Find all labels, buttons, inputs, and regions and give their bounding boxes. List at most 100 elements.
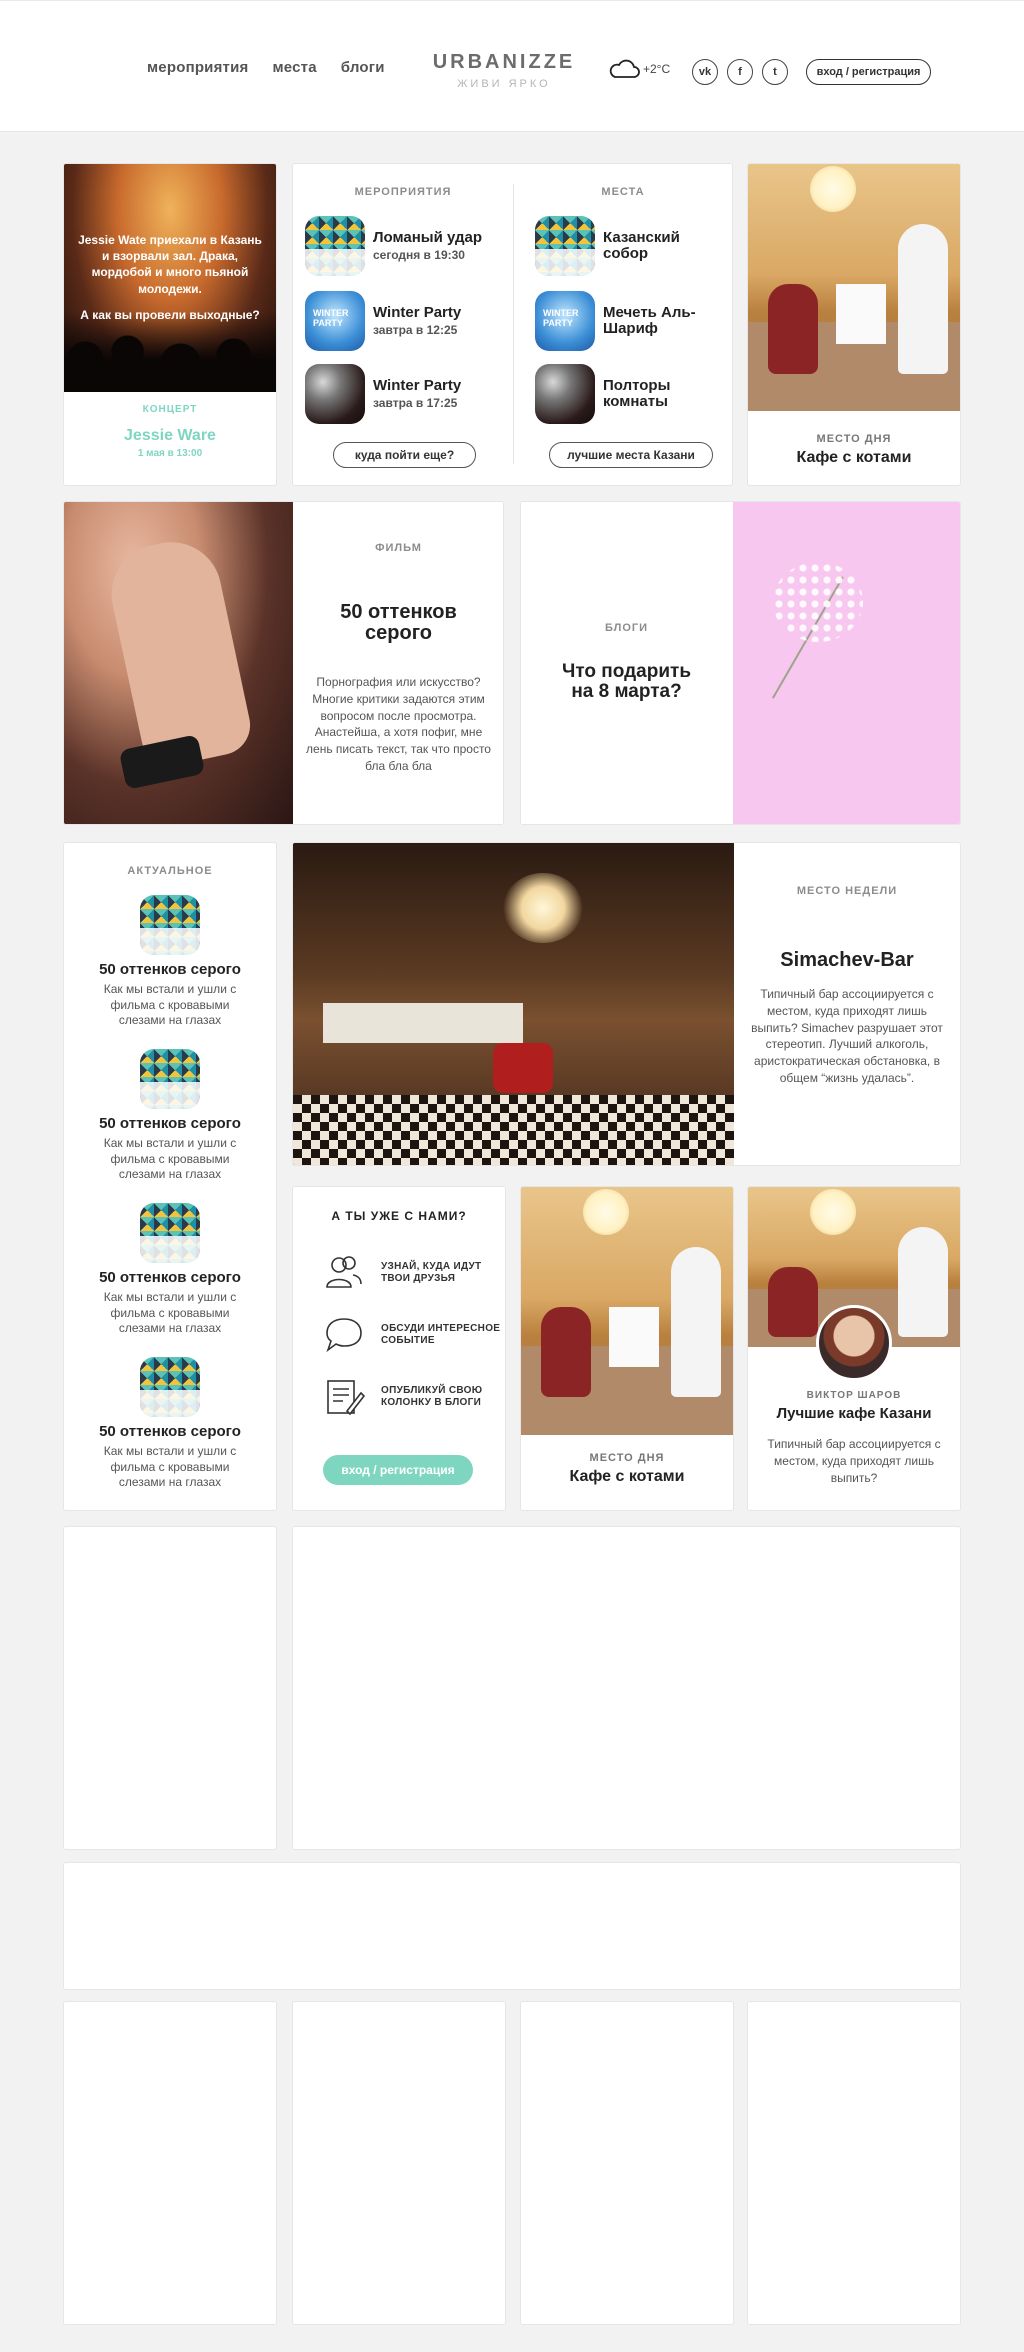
photo-person [768, 1267, 818, 1337]
author-avatar[interactable] [816, 1305, 892, 1381]
actual-item[interactable]: 50 оттенков серого Как мы встали и ушли … [64, 1357, 276, 1491]
event-poster-thumb [305, 216, 365, 276]
place-of-day-card-2[interactable]: МЕСТО ДНЯ Кафе с котами [520, 1186, 734, 1511]
social-links: vk f t [692, 59, 788, 85]
photo-bracelet [118, 734, 206, 790]
event-title: Winter Party [373, 376, 462, 394]
actual-title: 50 оттенков серого [99, 1115, 241, 1132]
vk-icon[interactable]: vk [692, 59, 718, 85]
event-poster-thumb [305, 364, 365, 424]
place-of-day-title: Кафе с котами [796, 449, 912, 466]
friends-icon [326, 1256, 362, 1288]
column-divider [513, 184, 514, 464]
place-of-week-label: МЕСТО НЕДЕЛИ [796, 885, 898, 897]
author-name[interactable]: ВИКТОР ШАРОВ [748, 1390, 960, 1401]
photo-person [768, 284, 818, 374]
place-item[interactable]: Мечеть Аль-Шариф [535, 291, 703, 351]
film-photo [64, 502, 293, 824]
place-item[interactable]: Казанский собор [535, 216, 703, 276]
place-thumb [535, 364, 595, 424]
photo-hand [102, 532, 256, 772]
join-feature-text: ОПУБЛИКУЙ СВОЮ КОЛОНКУ В БЛОГИ [381, 1385, 483, 1408]
nav-places[interactable]: места [272, 59, 316, 76]
twitter-icon[interactable]: t [762, 59, 788, 85]
logo-tagline: ЖИВИ ЯРКО [457, 78, 551, 90]
actual-thumb [140, 895, 200, 955]
actual-item[interactable]: 50 оттенков серого Как мы встали и ушли … [64, 1203, 276, 1337]
concert-headline: Jessie Wate приехали в Казань и взорвали… [78, 233, 262, 296]
place-title: Полторы комнаты [603, 377, 671, 410]
actual-thumb [140, 1049, 200, 1109]
empty-card [63, 1526, 277, 1850]
empty-banner [63, 1862, 961, 1990]
author-post-card[interactable]: ВИКТОР ШАРОВ Лучшие кафе Казани Типичный… [747, 1186, 961, 1511]
photo-person [898, 224, 948, 374]
photo-chair [493, 1043, 553, 1093]
event-item[interactable]: Winter Party завтра в 12:25 [305, 291, 461, 351]
photo-lamp [583, 1189, 629, 1235]
simachev-bar-photo [293, 843, 734, 1165]
empty-card [520, 2001, 734, 2325]
photo-lamp [810, 1189, 856, 1235]
blog-card[interactable]: БЛОГИ Что подарить на 8 марта? [520, 501, 961, 825]
place-thumb [535, 216, 595, 276]
film-title: 50 оттенков серого [340, 601, 457, 644]
events-places-card: МЕРОПРИЯТИЯ МЕСТА Ломаный удар сегодня в … [292, 163, 733, 486]
site-logo[interactable]: URBANIZZE ЖИВИ ЯРКО [430, 51, 578, 90]
place-of-week-card[interactable]: МЕСТО НЕДЕЛИ Simachev-Bar Типичный бар а… [292, 842, 961, 1166]
facebook-icon[interactable]: f [727, 59, 753, 85]
more-events-button[interactable]: куда пойти еще? [333, 442, 476, 468]
event-item[interactable]: Winter Party завтра в 17:25 [305, 364, 461, 424]
actual-item[interactable]: 50 оттенков серого Как мы встали и ушли … [64, 895, 276, 1029]
event-time: завтра в 17:25 [373, 396, 458, 411]
chat-bubble-icon [326, 1318, 362, 1353]
place-of-day-title: Кафе с котами [569, 1468, 685, 1485]
film-card[interactable]: ФИЛЬМ 50 оттенков серого Порнография или… [63, 501, 504, 825]
places-heading: МЕСТА [601, 186, 645, 198]
photo-table [836, 284, 886, 344]
place-of-day-info: МЕСТО ДНЯ Кафе с котами [521, 1452, 733, 1486]
join-feature-text: УЗНАЙ, КУДА ИДУТ ТВОИ ДРУЗЬЯ [381, 1261, 482, 1284]
actual-item[interactable]: 50 оттенков серого Как мы встали и ушли … [64, 1049, 276, 1183]
events-heading: МЕРОПРИЯТИЯ [354, 186, 452, 198]
place-of-day-label: МЕСТО ДНЯ [816, 433, 892, 445]
photo-person [671, 1247, 721, 1397]
photo-table [609, 1307, 659, 1367]
event-title: Ломаный удар [373, 228, 482, 246]
concert-date: 1 мая в 13:00 [137, 448, 203, 459]
photo-bloom [773, 562, 863, 642]
place-of-week-text: Типичный бар ассоциируется с местом, куд… [751, 987, 943, 1085]
nav-blogs[interactable]: блоги [341, 59, 385, 76]
event-item[interactable]: Ломаный удар сегодня в 19:30 [305, 216, 482, 276]
header-login-button[interactable]: вход / регистрация [806, 59, 931, 85]
place-of-week-title: Simachev-Bar [780, 949, 914, 971]
cloud-icon [609, 59, 640, 78]
join-card: А ТЫ УЖЕ С НАМИ? УЗНАЙ, КУДА ИДУТ ТВОИ Д… [292, 1186, 506, 1511]
concert-info: КОНЦЕРТ Jessie Ware 1 мая в 13:00 [64, 404, 276, 459]
actual-title: 50 оттенков серого [99, 1423, 241, 1440]
place-of-day-card[interactable]: МЕСТО ДНЯ Кафе с котами [747, 163, 961, 486]
best-places-button[interactable]: лучшие места Казани [549, 442, 713, 468]
main-nav: мероприятия места блоги [147, 59, 385, 76]
join-feature: УЗНАЙ, КУДА ИДУТ ТВОИ ДРУЗЬЯ [323, 1253, 505, 1293]
place-item[interactable]: Полторы комнаты [535, 364, 703, 424]
author-post-text: Типичный бар ассоциируется с местом, куд… [767, 1437, 941, 1485]
empty-card [292, 2001, 506, 2325]
film-label: ФИЛЬМ [375, 542, 422, 554]
write-column-icon [327, 1380, 365, 1416]
blog-label: БЛОГИ [604, 622, 649, 634]
logo-name: URBANIZZE [432, 51, 576, 73]
site-header: мероприятия места блоги URBANIZZE ЖИВИ Я… [0, 0, 1024, 132]
event-time: завтра в 12:25 [373, 323, 458, 338]
event-poster-thumb [305, 291, 365, 351]
empty-card [292, 1526, 961, 1850]
actual-heading: АКТУАЛЬНОЕ [127, 865, 213, 877]
join-login-button[interactable]: вход / регистрация [323, 1455, 473, 1485]
event-title: Winter Party [373, 303, 462, 321]
nav-events[interactable]: мероприятия [147, 59, 248, 76]
crowd-silhouette [64, 312, 276, 392]
concert-title[interactable]: Jessie Ware [64, 427, 276, 445]
concert-card[interactable]: Jessie Wate приехали в Казань и взорвали… [63, 163, 277, 486]
empty-card [747, 2001, 961, 2325]
flowers-photo [733, 502, 960, 824]
